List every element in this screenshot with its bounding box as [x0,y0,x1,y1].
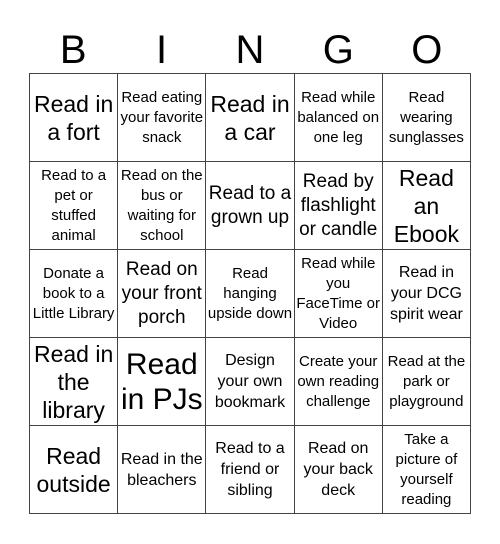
header-letter-g: G [322,28,354,72]
bingo-cell-r4-c2[interactable]: Read in PJs [118,338,207,426]
bingo-cell-text: Read eating your favorite snack [120,88,204,146]
bingo-cell-text: Read in your DCG spirit wear [389,264,463,323]
bingo-cell-r3-c4[interactable]: Read while you FaceTime or Video [294,250,383,338]
bingo-cell-r3-c2[interactable]: Read on your front porch [118,250,207,338]
bingo-cell-r4-c5[interactable]: Read at the park or playground [382,338,471,426]
bingo-cell-text: Read to a grown up [208,182,292,228]
bingo-cell-text: Read while you FaceTime or Video [296,254,381,332]
bingo-grid: Read in a fort Read eating your favorite … [29,73,471,514]
bingo-cell-text: Take a picture of yourself reading [395,430,458,508]
header-letter-i: I [156,28,168,72]
bingo-cell-text: Read outside [36,442,111,497]
bingo-header: B I N G O [29,28,471,73]
header-letter-b: B [59,28,87,72]
bingo-cell-r2-c1[interactable]: Read to a pet or stuffed animal [30,162,119,250]
bingo-cell-r1-c1[interactable]: Read in a fort [30,74,119,162]
bingo-cell-r2-c3[interactable]: Read to a grown up [206,162,295,250]
bingo-cell-r4-c1[interactable]: Read in the library [30,338,119,426]
bingo-cell-text: Design your own bookmark [214,352,286,411]
bingo-cell-r1-c2[interactable]: Read eating your favorite snack [118,74,207,162]
bingo-cell-r2-c2[interactable]: Read on the bus or waiting for school [118,162,207,250]
bingo-cell-r5-c5[interactable]: Take a picture of yourself reading [382,426,471,514]
bingo-cell-text: Read in a fort [33,90,114,145]
bingo-cell-text: Read on your front porch [121,258,202,328]
bingo-cell-text: Read wearing sunglasses [388,88,464,146]
bingo-cell-text: Read in PJs [120,347,203,416]
bingo-cell-text: Read at the park or playground [387,352,466,410]
bingo-cell-text: Create your own reading challenge [297,352,380,410]
bingo-cell-r5-c2[interactable]: Read in the bleachers [118,426,207,514]
bingo-cell-r5-c1[interactable]: Read outside [30,426,119,514]
bingo-cell-text: Read in the library [33,340,114,423]
bingo-cell-r3-c5[interactable]: Read in your DCG spirit wear [382,250,471,338]
bingo-cell-r1-c5[interactable]: Read wearing sunglasses [382,74,471,162]
bingo-cell-text: Read hanging upside down [207,264,293,322]
bingo-cell-text: Read in a car [210,90,290,145]
bingo-cell-text: Read on the bus or waiting for school [120,166,203,244]
bingo-cell-text: Read to a friend or sibling [215,440,285,499]
bingo-cell-r5-c3[interactable]: Read to a friend or sibling [206,426,295,514]
bingo-cell-r1-c3[interactable]: Read in a car [206,74,295,162]
bingo-cell-r4-c3[interactable]: Design your own bookmark [206,338,295,426]
header-letter-n: N [235,28,265,72]
bingo-cell-r3-c1[interactable]: Donate a book to a Little Library [30,250,119,338]
bingo-cell-r3-c3[interactable]: Read hanging upside down [206,250,295,338]
bingo-cell-text: Read by flashlight or candle [299,170,378,240]
bingo-cell-text: Read an Ebook [393,164,459,247]
bingo-cell-r2-c5[interactable]: Read an Ebook [382,162,471,250]
bingo-cell-r4-c4[interactable]: Create your own reading challenge [294,338,383,426]
bingo-cell-r2-c4[interactable]: Read by flashlight or candle [294,162,383,250]
bingo-cell-text: Donate a book to a Little Library [32,264,115,322]
bingo-cell-r1-c4[interactable]: Read while balanced on one leg [294,74,383,162]
bingo-cell-text: Read on your back deck [303,440,373,499]
bingo-cell-text: Read to a pet or stuffed animal [41,166,107,244]
bingo-cell-text: Read while balanced on one leg [297,88,380,146]
bingo-cell-r5-c4[interactable]: Read on your back deck [294,426,383,514]
bingo-cell-text: Read in the bleachers [120,450,203,489]
header-letter-o: O [411,28,443,72]
